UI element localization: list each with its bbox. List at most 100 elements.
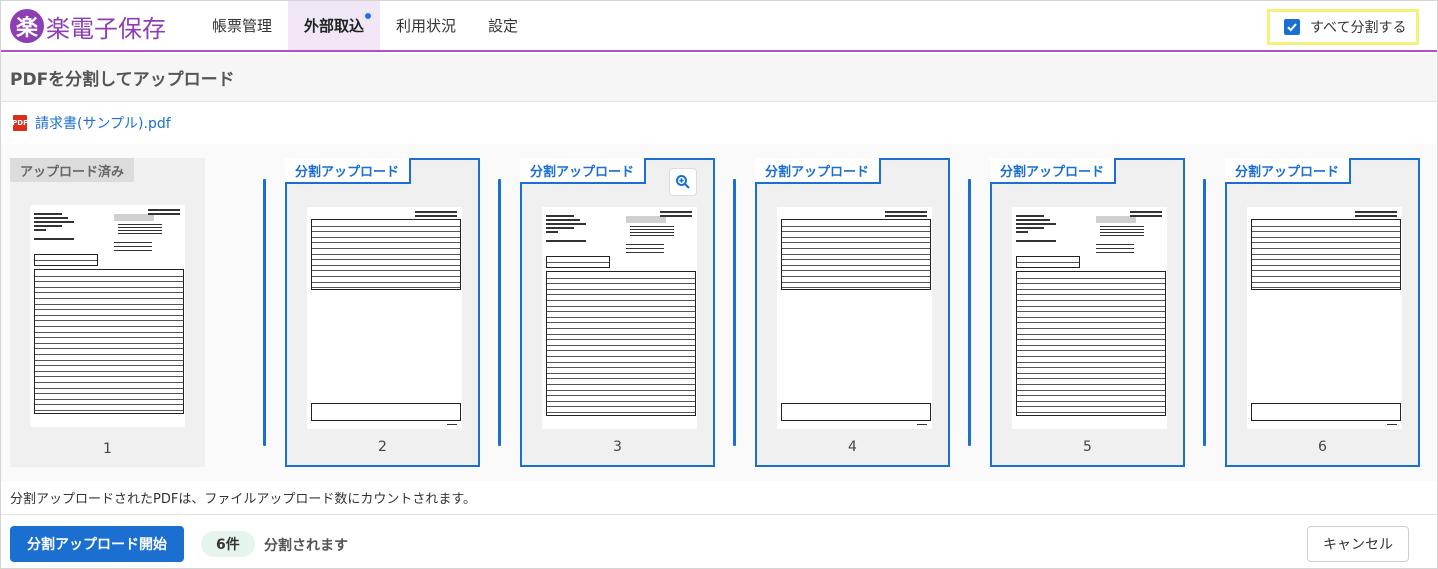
thumb-table-row <box>547 322 695 324</box>
upload-count-note: 分割アップロードされたPDFは、ファイルアップロード数にカウントされます。 <box>10 492 477 507</box>
page-number: 4 <box>848 439 857 455</box>
card-status-label: 分割アップロード <box>1225 158 1352 184</box>
thumb-table-row <box>1017 277 1165 279</box>
thumb-table-row <box>547 361 695 363</box>
page-number: 1 <box>103 441 112 457</box>
thumb-table-row <box>35 275 183 277</box>
page-card-4[interactable]: 分割アップロード 4 <box>755 158 950 467</box>
thumb-text-line <box>1355 211 1397 213</box>
card-status-label: 分割アップロード <box>285 158 412 184</box>
thumb-table-row <box>1017 311 1165 313</box>
thumb-table-row <box>35 337 183 339</box>
page-card-2[interactable]: 分割アップロード 2 <box>285 158 480 467</box>
thumb-table-row <box>35 342 183 344</box>
thumb-text-line <box>626 244 664 246</box>
thumb-table-row <box>35 281 183 283</box>
thumb-table-row <box>1017 283 1165 285</box>
thumb-text-line <box>1096 248 1134 250</box>
page-number: 5 <box>1083 439 1092 455</box>
thumb-table-row <box>547 372 695 374</box>
split-separator[interactable] <box>263 179 266 446</box>
thumb-table-row <box>1017 294 1165 296</box>
thumb-text-line <box>1100 226 1144 228</box>
nav-item-usage[interactable]: 利用状況 <box>380 1 472 50</box>
thumb-table-row <box>1017 361 1165 363</box>
title-bar: PDFを分割してアップロード <box>1 54 1437 102</box>
thumb-text-line <box>1100 235 1144 237</box>
zoom-in-icon[interactable] <box>669 168 697 196</box>
start-split-upload-button[interactable]: 分割アップロード開始 <box>10 526 184 562</box>
main-nav: 帳票管理 外部取込 利用状況 設定 <box>196 1 534 50</box>
notification-dot <box>365 13 372 19</box>
page-card-5[interactable]: 分割アップロード 5 <box>990 158 1185 467</box>
thumb-table-row <box>312 281 460 283</box>
split-separator[interactable] <box>498 179 501 446</box>
thumb-text-line <box>660 215 692 217</box>
page-card-1[interactable]: アップロード済み 1 <box>10 158 205 467</box>
page-card-3[interactable]: 分割アップロード 3 <box>520 158 715 467</box>
thumb-text-line <box>34 217 68 219</box>
thumb-table-row <box>782 259 930 261</box>
thumb-table-row <box>1017 350 1165 352</box>
thumb-text-line <box>1016 227 1044 229</box>
logo-mark: 楽 <box>10 9 44 43</box>
thumb-text-line <box>114 246 152 248</box>
thumb-text-line <box>626 248 664 250</box>
thumb-table-row <box>1252 259 1400 261</box>
thumb-table-row <box>547 395 695 397</box>
page-thumbnail <box>777 207 932 429</box>
thumb-table-row <box>1017 305 1165 307</box>
thumb-table-row <box>547 262 609 263</box>
thumb-page-footer <box>1387 424 1397 426</box>
thumb-text-line <box>118 230 162 232</box>
split-all-toggle[interactable]: すべて分割する <box>1267 9 1419 45</box>
thumb-table-row <box>1017 322 1165 324</box>
thumb-table-row <box>312 231 460 233</box>
thumb-table-row <box>547 288 695 290</box>
thumb-text-line <box>885 215 927 217</box>
thumb-table-row <box>547 367 695 369</box>
app-logo[interactable]: 楽 楽電子保存 <box>10 9 166 43</box>
thumb-table-row <box>547 305 695 307</box>
page-card-6[interactable]: 分割アップロード 6 <box>1225 158 1420 467</box>
thumb-table-row <box>547 316 695 318</box>
thumb-table-row <box>1017 339 1165 341</box>
thumb-text-line <box>546 231 558 233</box>
thumb-summary-table <box>34 254 98 266</box>
thumb-table-row <box>35 354 183 355</box>
nav-item-documents[interactable]: 帳票管理 <box>196 1 288 50</box>
thumb-items-table <box>34 269 184 414</box>
file-name-link[interactable]: 請求書(サンプル).pdf <box>35 113 171 133</box>
thumb-text-line <box>1130 215 1162 217</box>
split-separator[interactable] <box>968 179 971 446</box>
split-separator[interactable] <box>1203 179 1206 446</box>
thumb-table-row <box>35 303 183 305</box>
thumb-text-line <box>660 211 692 213</box>
page-thumbnails-area: アップロード済み 1 分割アップロード 2 分割アップロード 3 分割アップロー… <box>1 144 1437 481</box>
nav-item-settings[interactable]: 設定 <box>472 1 534 50</box>
split-separator[interactable] <box>733 179 736 446</box>
thumb-text-line <box>546 240 586 242</box>
thumb-text-line <box>630 226 674 228</box>
thumb-text-line <box>1096 252 1134 254</box>
thumb-table-row <box>547 356 695 357</box>
thumb-page-footer <box>447 424 457 426</box>
thumb-table-row <box>1017 328 1165 329</box>
page-number: 3 <box>613 439 622 455</box>
thumb-table-row <box>547 300 695 301</box>
page-number: 6 <box>1318 439 1327 455</box>
thumb-table-row <box>35 404 183 406</box>
thumb-table-row <box>1017 395 1165 397</box>
thumb-text-line <box>1016 215 1044 217</box>
nav-item-external-import[interactable]: 外部取込 <box>288 1 381 50</box>
thumb-title-box <box>114 214 154 221</box>
checkbox-checked-icon[interactable] <box>1284 19 1300 35</box>
thumb-table-row <box>1017 400 1165 402</box>
thumb-items-table <box>1251 219 1401 290</box>
thumb-text-line <box>1016 231 1028 233</box>
thumb-table-row <box>547 333 695 335</box>
thumb-table-row <box>35 398 183 400</box>
thumb-table-row <box>35 326 183 327</box>
cancel-button[interactable]: キャンセル <box>1307 526 1409 562</box>
thumb-table-row <box>1017 300 1165 301</box>
